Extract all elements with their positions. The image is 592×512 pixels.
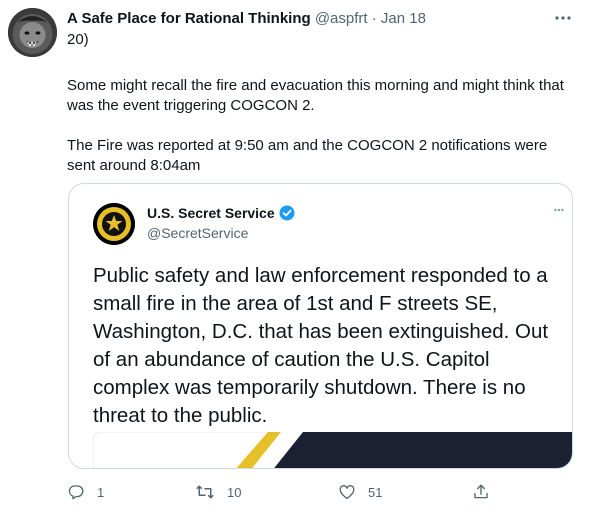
share-button[interactable] bbox=[472, 478, 490, 506]
heart-icon bbox=[338, 483, 356, 501]
tweet-text: 20) Some might recall the fire and evacu… bbox=[67, 30, 572, 176]
tweet-paragraph: The Fire was reported at 9:50 am and the… bbox=[67, 137, 548, 174]
reply-count: 1 bbox=[97, 484, 105, 500]
tweet-date[interactable]: Jan 18 bbox=[381, 10, 426, 27]
lion-avatar-image bbox=[8, 8, 57, 57]
retweet-icon bbox=[195, 483, 215, 501]
quoted-author-name[interactable]: U.S. Secret Service bbox=[147, 205, 275, 221]
retweet-button[interactable]: 10 bbox=[195, 478, 241, 506]
retweet-count: 10 bbox=[227, 484, 242, 500]
tweet[interactable]: A Safe Place for Rational Thinking @aspf… bbox=[0, 0, 592, 512]
tweet-header: A Safe Place for Rational Thinking @aspf… bbox=[67, 9, 426, 29]
verified-badge-icon bbox=[279, 205, 295, 225]
secret-service-star-logo bbox=[93, 203, 135, 245]
quoted-author-avatar[interactable] bbox=[93, 203, 135, 245]
share-icon bbox=[472, 483, 490, 501]
meta-separator: · bbox=[371, 10, 377, 27]
author-avatar[interactable] bbox=[8, 8, 57, 57]
like-count: 51 bbox=[368, 484, 383, 500]
quoted-author-line: U.S. Secret Service bbox=[147, 204, 295, 225]
quoted-author-handle[interactable]: @SecretService bbox=[147, 224, 248, 242]
author-handle[interactable]: @aspfrt bbox=[315, 10, 368, 27]
more-dots-icon[interactable] bbox=[554, 9, 572, 32]
quoted-tweet-text: Public safety and law enforcement respon… bbox=[93, 264, 549, 427]
reply-button[interactable]: 1 bbox=[67, 478, 104, 506]
quoted-more-dots-icon[interactable] bbox=[554, 204, 564, 215]
like-button[interactable]: 51 bbox=[338, 478, 382, 506]
author-name[interactable]: A Safe Place for Rational Thinking bbox=[67, 10, 311, 27]
tweet-actions: 1 10 51 bbox=[67, 478, 592, 506]
tweet-paragraph: Some might recall the fire and evacuatio… bbox=[67, 77, 564, 114]
quoted-tweet-image[interactable] bbox=[92, 431, 572, 468]
tweet-paragraph: 20) bbox=[67, 31, 89, 48]
reply-icon bbox=[67, 483, 85, 501]
quoted-tweet-card[interactable]: U.S. Secret Service @SecretService Publi… bbox=[68, 183, 573, 469]
